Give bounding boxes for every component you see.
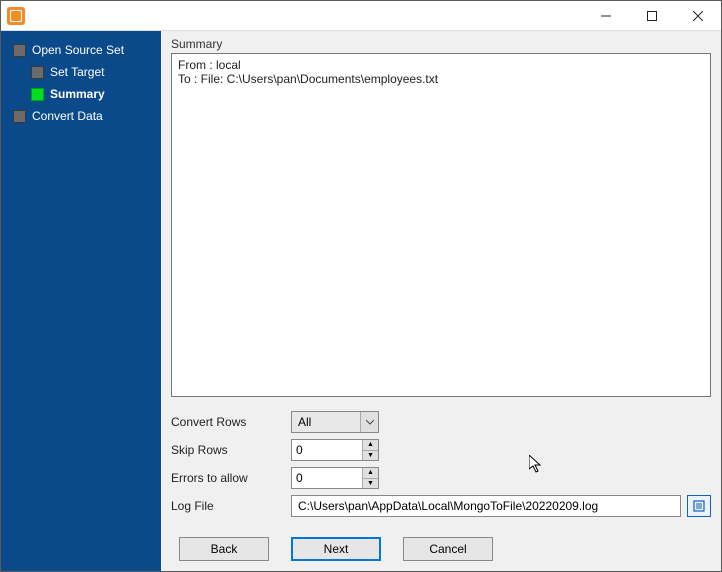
browse-logfile-button[interactable]: [687, 495, 711, 517]
sidebar-item-summary[interactable]: Summary: [1, 83, 161, 105]
convert-rows-value: All: [292, 415, 360, 429]
step-node-icon-active: [31, 88, 44, 101]
back-button[interactable]: Back: [179, 537, 269, 561]
step-node-icon: [13, 110, 26, 123]
chevron-down-icon: [360, 412, 378, 432]
logfile-input[interactable]: [291, 495, 681, 517]
close-button[interactable]: [675, 1, 721, 31]
skip-rows-label: Skip Rows: [171, 443, 291, 457]
titlebar: [1, 1, 721, 31]
convert-rows-label: Convert Rows: [171, 415, 291, 429]
spinner-up-icon[interactable]: ▲: [363, 440, 378, 451]
cancel-button[interactable]: Cancel: [403, 537, 493, 561]
errors-label: Errors to allow: [171, 471, 291, 485]
wizard-sidebar: Open Source Set Set Target Summary Conve…: [1, 31, 161, 571]
spinner-up-icon[interactable]: ▲: [363, 468, 378, 479]
step-node-icon: [13, 44, 26, 57]
sidebar-item-set-target[interactable]: Set Target: [1, 61, 161, 83]
sidebar-item-label: Summary: [50, 87, 105, 101]
minimize-button[interactable]: [583, 1, 629, 31]
step-node-icon: [31, 66, 44, 79]
errors-spinner[interactable]: ▲ ▼: [291, 467, 379, 489]
main-panel: Summary From : local To : File: C:\Users…: [161, 31, 721, 571]
summary-textarea[interactable]: From : local To : File: C:\Users\pan\Doc…: [171, 53, 711, 397]
sidebar-item-label: Open Source Set: [32, 43, 124, 57]
spinner-down-icon[interactable]: ▼: [363, 451, 378, 461]
skip-rows-input[interactable]: [292, 440, 362, 460]
summary-label: Summary: [171, 37, 711, 51]
sidebar-item-open-source-set[interactable]: Open Source Set: [1, 39, 161, 61]
sidebar-item-label: Convert Data: [32, 109, 103, 123]
maximize-button[interactable]: [629, 1, 675, 31]
logfile-label: Log File: [171, 499, 291, 513]
convert-rows-select[interactable]: All: [291, 411, 379, 433]
skip-rows-spinner[interactable]: ▲ ▼: [291, 439, 379, 461]
sidebar-item-convert-data[interactable]: Convert Data: [1, 105, 161, 127]
spinner-down-icon[interactable]: ▼: [363, 479, 378, 489]
app-icon: [7, 7, 25, 25]
next-button[interactable]: Next: [291, 537, 381, 561]
sidebar-item-label: Set Target: [50, 65, 104, 79]
file-browse-icon: [692, 499, 706, 513]
errors-input[interactable]: [292, 468, 362, 488]
